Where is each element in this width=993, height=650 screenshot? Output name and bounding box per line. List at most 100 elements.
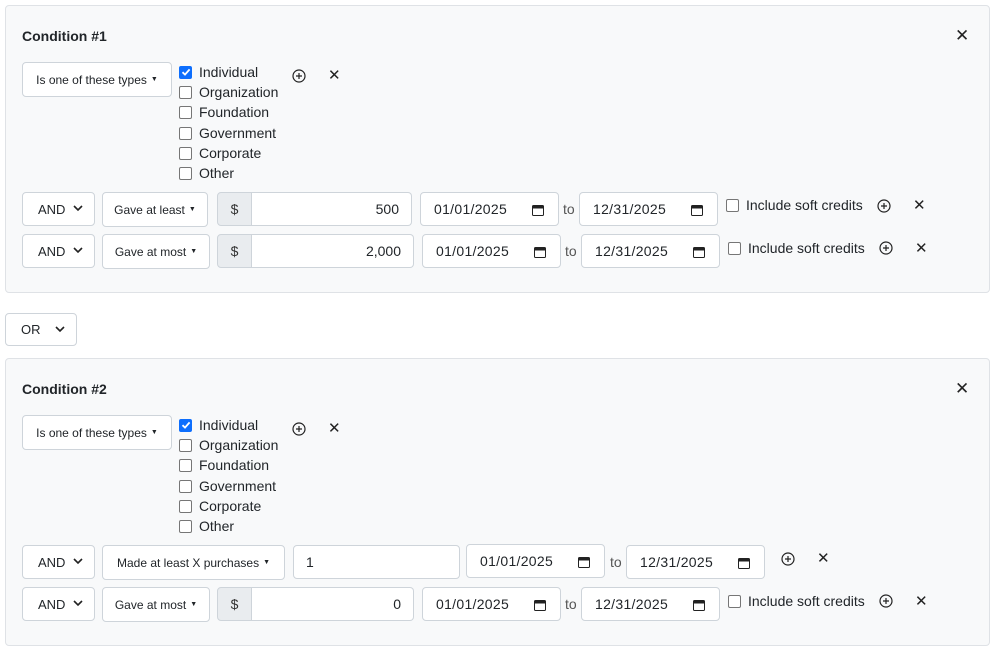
amount-input[interactable]: 2,000 <box>252 234 414 268</box>
criterion-dropdown[interactable]: Made at least X purchases ▼ <box>102 545 285 580</box>
criterion-dropdown[interactable]: Gave at most ▼ <box>102 234 210 269</box>
to-label: to <box>565 596 577 612</box>
currency-addon: $ <box>217 192 252 226</box>
type-option-other[interactable]: Other <box>179 517 234 535</box>
checkbox[interactable] <box>728 241 741 255</box>
type-option-label: Individual <box>199 64 259 80</box>
plus-circle-icon[interactable] <box>292 422 306 436</box>
purchase-count-input[interactable]: 1 <box>293 545 460 579</box>
type-option-organization[interactable]: Organization <box>179 83 278 101</box>
logic-select[interactable]: AND <box>22 192 95 226</box>
plus-circle-icon[interactable] <box>877 199 891 213</box>
x-icon[interactable]: ✕ <box>913 198 926 213</box>
type-option-other[interactable]: Other <box>179 164 234 182</box>
to-label: to <box>565 243 577 259</box>
start-date-input[interactable]: 01/01/2025 <box>466 544 605 578</box>
type-option-individual[interactable]: Individual <box>179 63 258 81</box>
logic-select[interactable]: AND <box>22 234 95 268</box>
type-option-organization[interactable]: Organization <box>179 436 278 454</box>
checkbox[interactable] <box>726 198 739 212</box>
chevron-down-icon <box>73 558 83 565</box>
calendar-icon[interactable] <box>578 556 590 568</box>
start-date-value: 01/01/2025 <box>436 596 510 612</box>
type-option-foundation[interactable]: Foundation <box>179 103 269 121</box>
amount-input-group: $ 2,000 <box>217 234 414 268</box>
criterion-label: Made at least X purchases <box>116 555 260 570</box>
caret-down-icon: ▼ <box>263 559 270 566</box>
start-date-input[interactable]: 01/01/2025 <box>422 587 561 621</box>
calendar-icon[interactable] <box>532 204 544 216</box>
criterion-dropdown[interactable]: Gave at most ▼ <box>102 587 210 622</box>
chevron-down-icon <box>73 247 83 254</box>
calendar-icon[interactable] <box>693 246 705 258</box>
checkbox-checked[interactable] <box>179 65 192 79</box>
end-date-input[interactable]: 12/31/2025 <box>626 545 765 579</box>
checkbox[interactable] <box>179 499 192 513</box>
type-option-corporate[interactable]: Corporate <box>179 144 261 162</box>
logic-select[interactable]: AND <box>22 587 95 621</box>
plus-circle-icon[interactable] <box>781 552 795 566</box>
type-option-individual[interactable]: Individual <box>179 416 258 434</box>
type-option-corporate[interactable]: Corporate <box>179 497 261 515</box>
group-logic-select[interactable]: OR <box>5 313 77 346</box>
logic-select-value: AND <box>38 596 66 612</box>
calendar-icon[interactable] <box>691 204 703 216</box>
type-option-label: Corporate <box>199 498 262 514</box>
type-option-label: Foundation <box>199 457 270 473</box>
calendar-icon[interactable] <box>534 599 546 611</box>
checkbox[interactable] <box>179 126 192 140</box>
logic-select[interactable]: AND <box>22 545 95 579</box>
logic-select-value: AND <box>38 243 66 259</box>
x-icon[interactable]: ✕ <box>915 241 928 256</box>
calendar-icon[interactable] <box>534 246 546 258</box>
type-filter-label: Is one of these types <box>36 72 147 87</box>
soft-credits-label: Include soft credits <box>746 197 863 213</box>
checkbox[interactable] <box>179 146 192 160</box>
purchase-count-value: 1 <box>306 554 314 570</box>
caret-down-icon: ▼ <box>190 248 198 255</box>
calendar-icon[interactable] <box>738 557 750 569</box>
start-date-input[interactable]: 01/01/2025 <box>422 234 561 268</box>
plus-circle-icon[interactable] <box>292 69 306 83</box>
type-filter-dropdown[interactable]: Is one of these types ▼ <box>22 415 172 450</box>
condition-1-panel: Condition #1 ✕ Is one of these types ▼ In… <box>5 5 990 293</box>
soft-credits-checkbox[interactable]: Include soft credits <box>728 593 865 609</box>
checkbox[interactable] <box>179 105 192 119</box>
checkbox[interactable] <box>728 594 741 608</box>
end-date-input[interactable]: 12/31/2025 <box>579 192 718 226</box>
type-option-government[interactable]: Government <box>179 124 276 142</box>
type-option-foundation[interactable]: Foundation <box>179 456 269 474</box>
checkbox[interactable] <box>179 519 192 533</box>
soft-credits-checkbox[interactable]: Include soft credits <box>726 197 863 213</box>
checkbox[interactable] <box>179 479 192 493</box>
close-icon[interactable]: ✕ <box>955 380 969 397</box>
criterion-label: Gave at least <box>114 202 185 217</box>
x-icon[interactable]: ✕ <box>817 551 830 566</box>
amount-input[interactable]: 0 <box>252 587 414 621</box>
type-option-label: Organization <box>199 84 279 100</box>
start-date-input[interactable]: 01/01/2025 <box>420 192 559 226</box>
end-date-input[interactable]: 12/31/2025 <box>581 587 720 621</box>
logic-select-value: AND <box>38 554 66 570</box>
calendar-icon[interactable] <box>693 599 705 611</box>
chevron-down-icon <box>55 326 65 333</box>
close-icon[interactable]: ✕ <box>955 27 969 44</box>
x-icon[interactable]: ✕ <box>328 68 341 83</box>
end-date-input[interactable]: 12/31/2025 <box>581 234 720 268</box>
checkbox[interactable] <box>179 458 192 472</box>
amount-input[interactable]: 500 <box>252 192 412 226</box>
checkbox-checked[interactable] <box>179 418 192 432</box>
checkbox[interactable] <box>179 85 192 99</box>
soft-credits-checkbox[interactable]: Include soft credits <box>728 240 865 256</box>
plus-circle-icon[interactable] <box>879 241 893 255</box>
x-icon[interactable]: ✕ <box>915 594 928 609</box>
start-date-value: 01/01/2025 <box>434 201 508 217</box>
x-icon[interactable]: ✕ <box>328 421 341 436</box>
checkbox[interactable] <box>179 166 192 180</box>
plus-circle-icon[interactable] <box>879 594 893 608</box>
type-option-government[interactable]: Government <box>179 477 276 495</box>
type-filter-dropdown[interactable]: Is one of these types ▼ <box>22 62 172 97</box>
checkbox[interactable] <box>179 438 192 452</box>
end-date-value: 12/31/2025 <box>595 596 669 612</box>
criterion-dropdown[interactable]: Gave at least ▼ <box>102 192 208 227</box>
